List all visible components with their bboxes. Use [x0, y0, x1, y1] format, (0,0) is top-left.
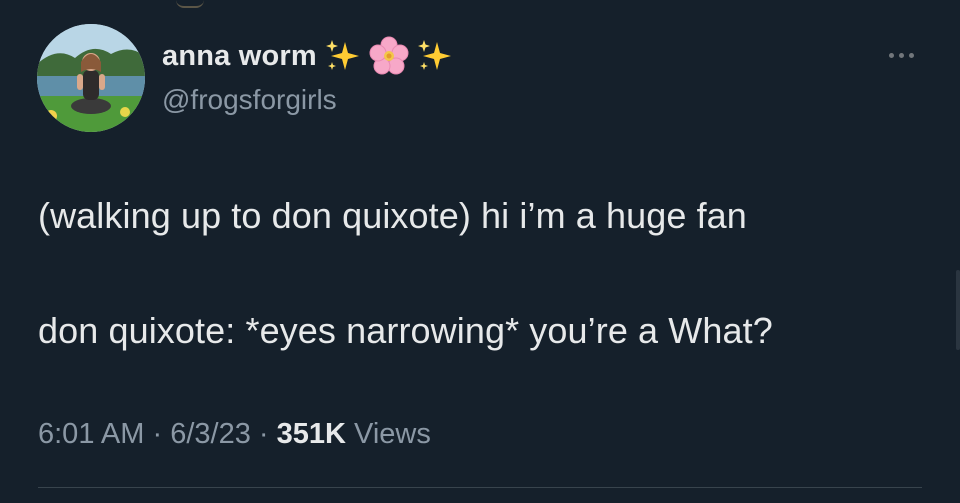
more-options-button[interactable]	[878, 44, 924, 66]
cherry-blossom-icon	[369, 36, 409, 76]
avatar[interactable]	[37, 24, 145, 132]
tweet-date[interactable]: 6/3/23	[170, 418, 251, 450]
author-handle[interactable]: @frogsforgirls	[162, 84, 337, 116]
scrollbar[interactable]	[956, 270, 960, 350]
tweet-time[interactable]: 6:01 AM	[38, 418, 144, 450]
tweet-text-line: (walking up to don quixote) hi i’m a hug…	[38, 195, 747, 236]
sparkles-icon	[415, 36, 455, 76]
author-name-row[interactable]: anna worm	[162, 34, 455, 78]
views-label: Views	[354, 418, 431, 450]
views-count[interactable]: 351K	[277, 418, 346, 450]
tweet-text-line: don quixote: *eyes narrowing* you’re a W…	[38, 310, 773, 351]
meta-separator: ·	[258, 418, 269, 450]
tweet-meta: 6:01 AM · 6/3/23 · 351K Views	[38, 418, 431, 451]
avatar-photo-icon	[37, 24, 145, 132]
meta-separator: ·	[152, 418, 163, 450]
display-name[interactable]: anna worm	[162, 40, 317, 73]
more-dot-icon	[898, 52, 904, 58]
sparkles-icon	[323, 36, 363, 76]
top-edge-artifact	[176, 0, 204, 8]
divider	[38, 487, 922, 488]
more-dot-icon	[888, 52, 894, 58]
more-dot-icon	[908, 52, 914, 58]
